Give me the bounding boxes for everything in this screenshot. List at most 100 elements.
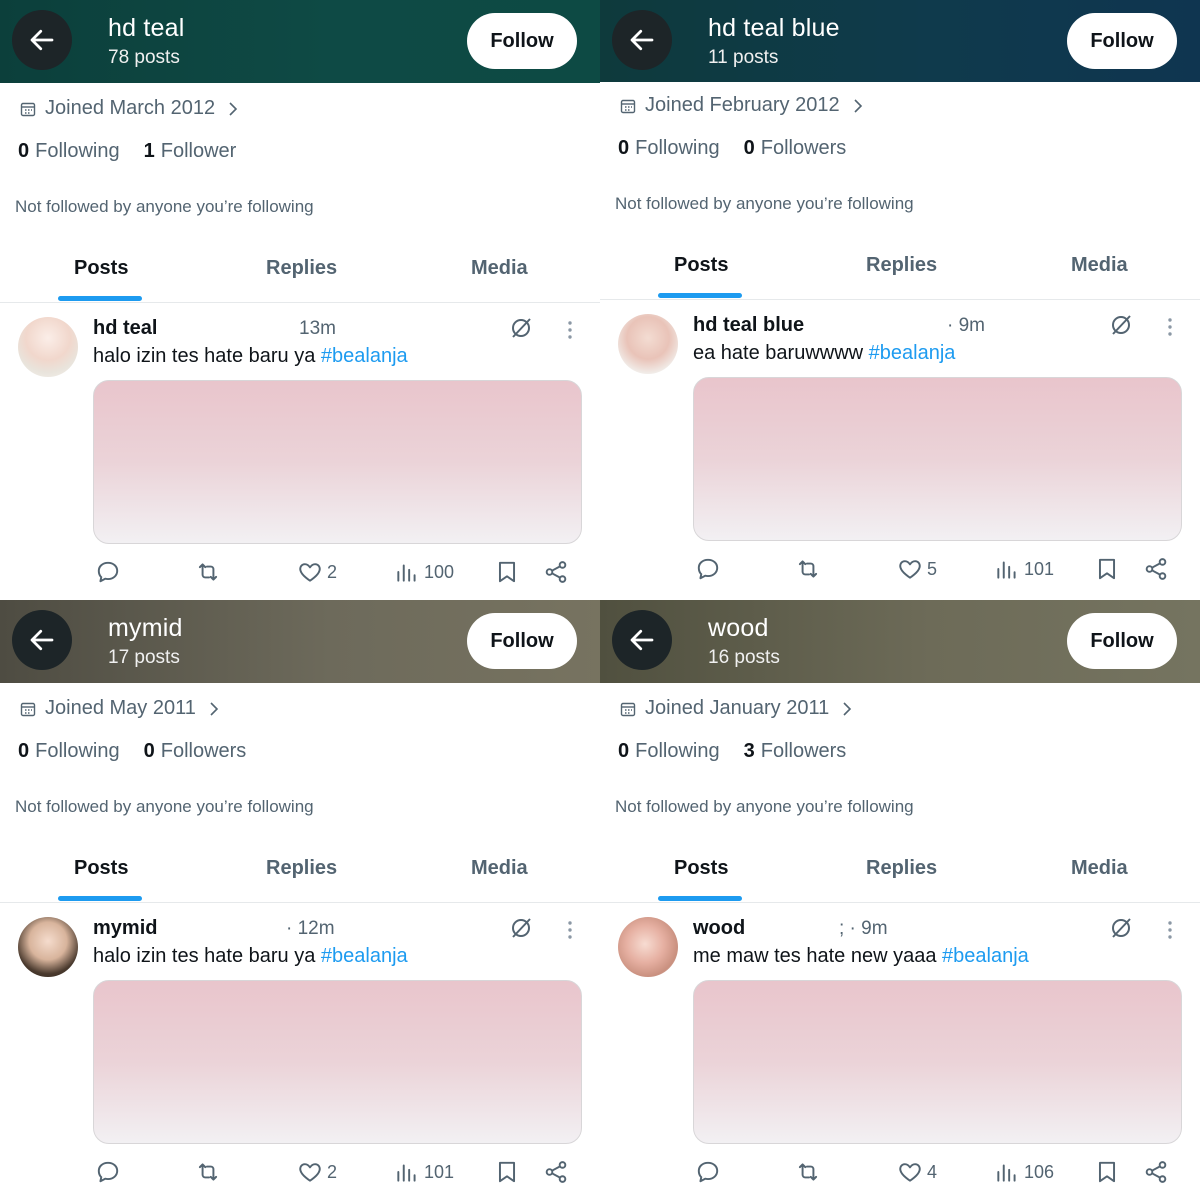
arrow-left-icon	[30, 629, 54, 651]
repost-button[interactable]	[795, 556, 821, 582]
tab-replies[interactable]: Replies	[866, 857, 937, 880]
reply-button[interactable]	[695, 556, 721, 582]
avatar[interactable]	[618, 917, 678, 977]
post-author[interactable]: hd teal blue	[693, 314, 804, 337]
grok-icon[interactable]	[1109, 916, 1133, 940]
not-followed-note: Not followed by anyone you’re following	[15, 197, 314, 216]
post[interactable]: wood ; · 9m me maw tes hate new yaaa #be…	[600, 903, 1200, 1200]
like-button[interactable]: 2	[297, 1159, 337, 1185]
bookmark-button[interactable]	[494, 1159, 520, 1185]
profile-header: mymid 17 posts Follow	[0, 600, 600, 683]
hashtag-link[interactable]: #bealanja	[321, 945, 408, 967]
post-media[interactable]	[93, 980, 582, 1144]
tab-media[interactable]: Media	[1071, 254, 1128, 277]
views-button[interactable]: 101	[994, 556, 1054, 582]
share-icon	[1145, 558, 1167, 580]
avatar[interactable]	[18, 317, 78, 377]
follow-button[interactable]: Follow	[1067, 613, 1177, 669]
follow-button[interactable]: Follow	[1067, 13, 1177, 69]
follow-stats: 0 Following 3 Followers	[618, 740, 870, 763]
repost-button[interactable]	[195, 559, 221, 585]
profile-tabs: Posts Replies Media	[0, 840, 600, 903]
followers-link[interactable]: 0 Followers	[744, 137, 847, 160]
back-button[interactable]	[12, 10, 72, 70]
back-button[interactable]	[612, 10, 672, 70]
tab-posts[interactable]: Posts	[74, 257, 128, 280]
like-button[interactable]: 2	[297, 559, 337, 585]
back-button[interactable]	[612, 610, 672, 670]
grok-icon[interactable]	[509, 316, 533, 340]
hashtag-link[interactable]: #bealanja	[869, 342, 956, 364]
tab-posts[interactable]: Posts	[674, 857, 728, 880]
follow-button[interactable]: Follow	[467, 13, 577, 69]
joined-date[interactable]: Joined January 2011	[620, 697, 853, 720]
post-author[interactable]: wood	[693, 917, 745, 940]
avatar[interactable]	[18, 917, 78, 977]
views-icon	[997, 1164, 1016, 1182]
tab-replies[interactable]: Replies	[866, 254, 937, 277]
tab-posts[interactable]: Posts	[674, 254, 728, 277]
tab-posts[interactable]: Posts	[74, 857, 128, 880]
like-button[interactable]: 4	[897, 1159, 937, 1185]
repost-button[interactable]	[195, 1159, 221, 1185]
share-button[interactable]	[543, 559, 569, 585]
avatar[interactable]	[618, 314, 678, 374]
grok-icon[interactable]	[509, 916, 533, 940]
post-media[interactable]	[93, 380, 582, 544]
views-button[interactable]: 101	[394, 1159, 454, 1185]
views-button[interactable]: 106	[994, 1159, 1054, 1185]
tab-replies[interactable]: Replies	[266, 257, 337, 280]
arrow-left-icon	[630, 29, 654, 51]
reply-button[interactable]	[95, 559, 121, 585]
tab-media[interactable]: Media	[471, 857, 528, 880]
tab-media[interactable]: Media	[471, 257, 528, 280]
share-button[interactable]	[543, 1159, 569, 1185]
back-button[interactable]	[12, 610, 72, 670]
following-link[interactable]: 0 Following	[18, 140, 120, 163]
follow-button[interactable]: Follow	[467, 613, 577, 669]
post[interactable]: mymid · 12m halo izin tes hate baru ya #…	[0, 903, 600, 1200]
post-text: ea hate baruwwww #bealanja	[693, 342, 955, 365]
more-vertical-icon[interactable]	[1162, 919, 1178, 941]
like-button[interactable]: 5	[897, 556, 937, 582]
post-author[interactable]: hd teal	[93, 317, 157, 340]
chevron-right-icon	[854, 98, 862, 113]
bookmark-button[interactable]	[494, 559, 520, 585]
post[interactable]: hd teal 13m halo izin tes hate baru ya #…	[0, 303, 600, 600]
following-link[interactable]: 0 Following	[618, 740, 720, 763]
reply-button[interactable]	[695, 1159, 721, 1185]
joined-date[interactable]: Joined February 2012	[620, 94, 864, 117]
grok-icon[interactable]	[1109, 313, 1133, 337]
bookmark-button[interactable]	[1094, 1159, 1120, 1185]
joined-label: Joined May 2011	[45, 697, 196, 719]
post[interactable]: hd teal blue · 9m ea hate baruwwww #beal…	[600, 300, 1200, 597]
following-link[interactable]: 0 Following	[18, 740, 120, 763]
bookmark-button[interactable]	[1094, 556, 1120, 582]
share-button[interactable]	[1143, 556, 1169, 582]
views-icon	[397, 564, 416, 582]
repost-button[interactable]	[795, 1159, 821, 1185]
share-button[interactable]	[1143, 1159, 1169, 1185]
followers-label: Follower	[160, 140, 237, 162]
following-link[interactable]: 0 Following	[618, 137, 720, 160]
not-followed-note: Not followed by anyone you’re following	[15, 797, 314, 816]
reply-button[interactable]	[95, 1159, 121, 1185]
more-vertical-icon[interactable]	[1162, 316, 1178, 338]
more-vertical-icon[interactable]	[562, 319, 578, 341]
joined-date[interactable]: Joined March 2012	[20, 97, 239, 120]
post-text-body: ea hate baruwwww	[693, 342, 869, 364]
post-author[interactable]: mymid	[93, 917, 157, 940]
joined-date[interactable]: Joined May 2011	[20, 697, 220, 720]
tab-media[interactable]: Media	[1071, 857, 1128, 880]
followers-link[interactable]: 1 Follower	[144, 140, 237, 163]
hashtag-link[interactable]: #bealanja	[321, 345, 408, 367]
post-media[interactable]	[693, 377, 1182, 541]
followers-link[interactable]: 3 Followers	[744, 740, 847, 763]
post-media[interactable]	[693, 980, 1182, 1144]
followers-link[interactable]: 0 Followers	[144, 740, 247, 763]
heart-icon	[899, 1163, 921, 1182]
hashtag-link[interactable]: #bealanja	[942, 945, 1029, 967]
tab-replies[interactable]: Replies	[266, 857, 337, 880]
more-vertical-icon[interactable]	[562, 919, 578, 941]
views-button[interactable]: 100	[394, 559, 454, 585]
